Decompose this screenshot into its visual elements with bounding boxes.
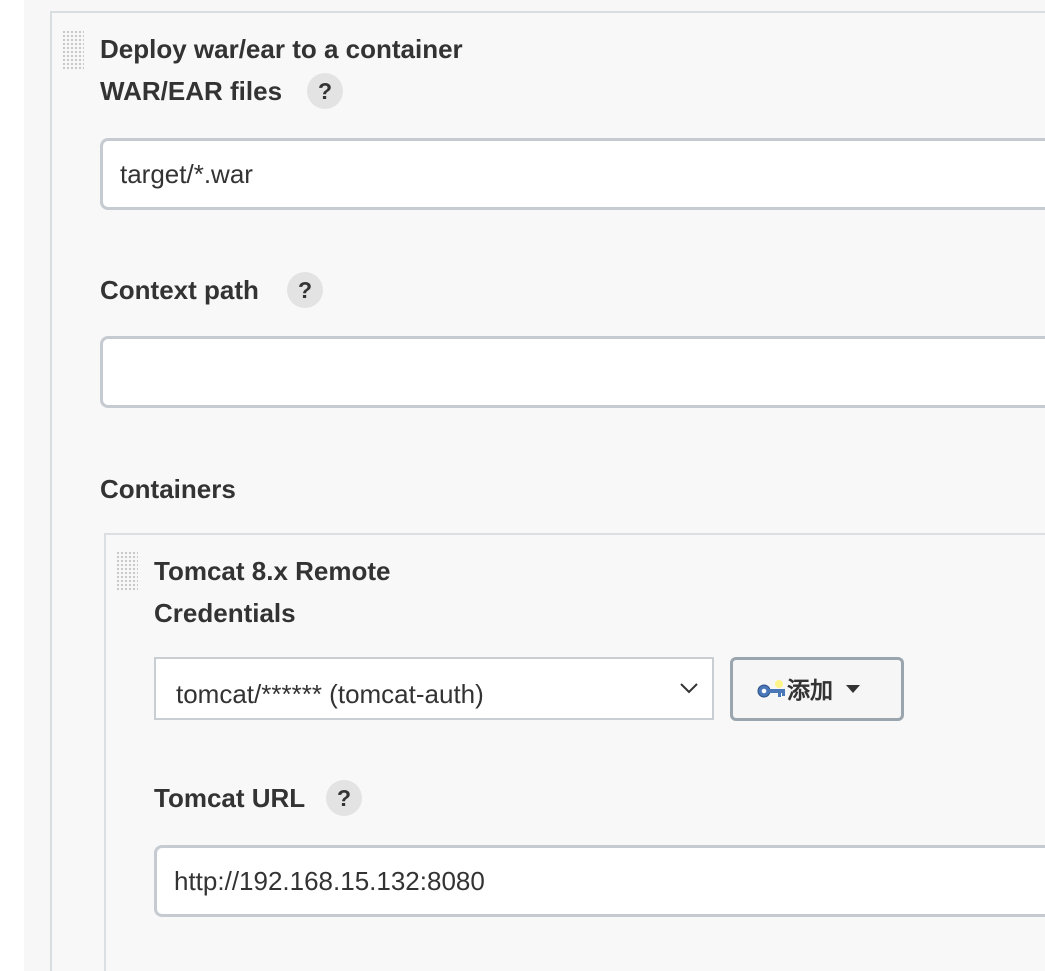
tomcat-url-help-icon[interactable]: ? — [326, 780, 362, 816]
key-icon — [757, 680, 785, 698]
add-credentials-button[interactable]: 添加 — [730, 657, 904, 721]
context-path-input[interactable] — [100, 336, 1045, 408]
context-path-help-icon[interactable]: ? — [287, 272, 323, 308]
war-files-help-icon[interactable]: ? — [307, 73, 343, 109]
war-files-input[interactable]: target/*.war — [100, 138, 1045, 210]
caret-down-icon — [846, 685, 860, 693]
credentials-select[interactable]: tomcat/****** (tomcat-auth) — [154, 657, 714, 720]
credentials-label: Credentials — [154, 598, 296, 628]
tomcat-url-input[interactable]: http://192.168.15.132:8080 — [154, 845, 1045, 917]
chevron-down-icon — [680, 683, 698, 694]
jenkins-config-page: Deploy war/ear to a container WAR/EAR fi… — [0, 0, 1045, 971]
context-path-label: Context path — [100, 275, 259, 305]
war-files-label: WAR/EAR files — [100, 76, 283, 106]
container-title: Tomcat 8.x Remote — [154, 556, 391, 586]
tomcat-url-label: Tomcat URL — [154, 783, 306, 813]
container-drag-handle-icon[interactable] — [116, 551, 138, 591]
left-rail — [0, 0, 25, 971]
add-button-label: 添加 — [787, 677, 833, 703]
containers-label: Containers — [100, 474, 236, 504]
drag-handle-icon[interactable] — [62, 30, 84, 70]
deploy-step-title: Deploy war/ear to a container — [100, 34, 463, 64]
credentials-selected-value: tomcat/****** (tomcat-auth) — [176, 679, 484, 709]
